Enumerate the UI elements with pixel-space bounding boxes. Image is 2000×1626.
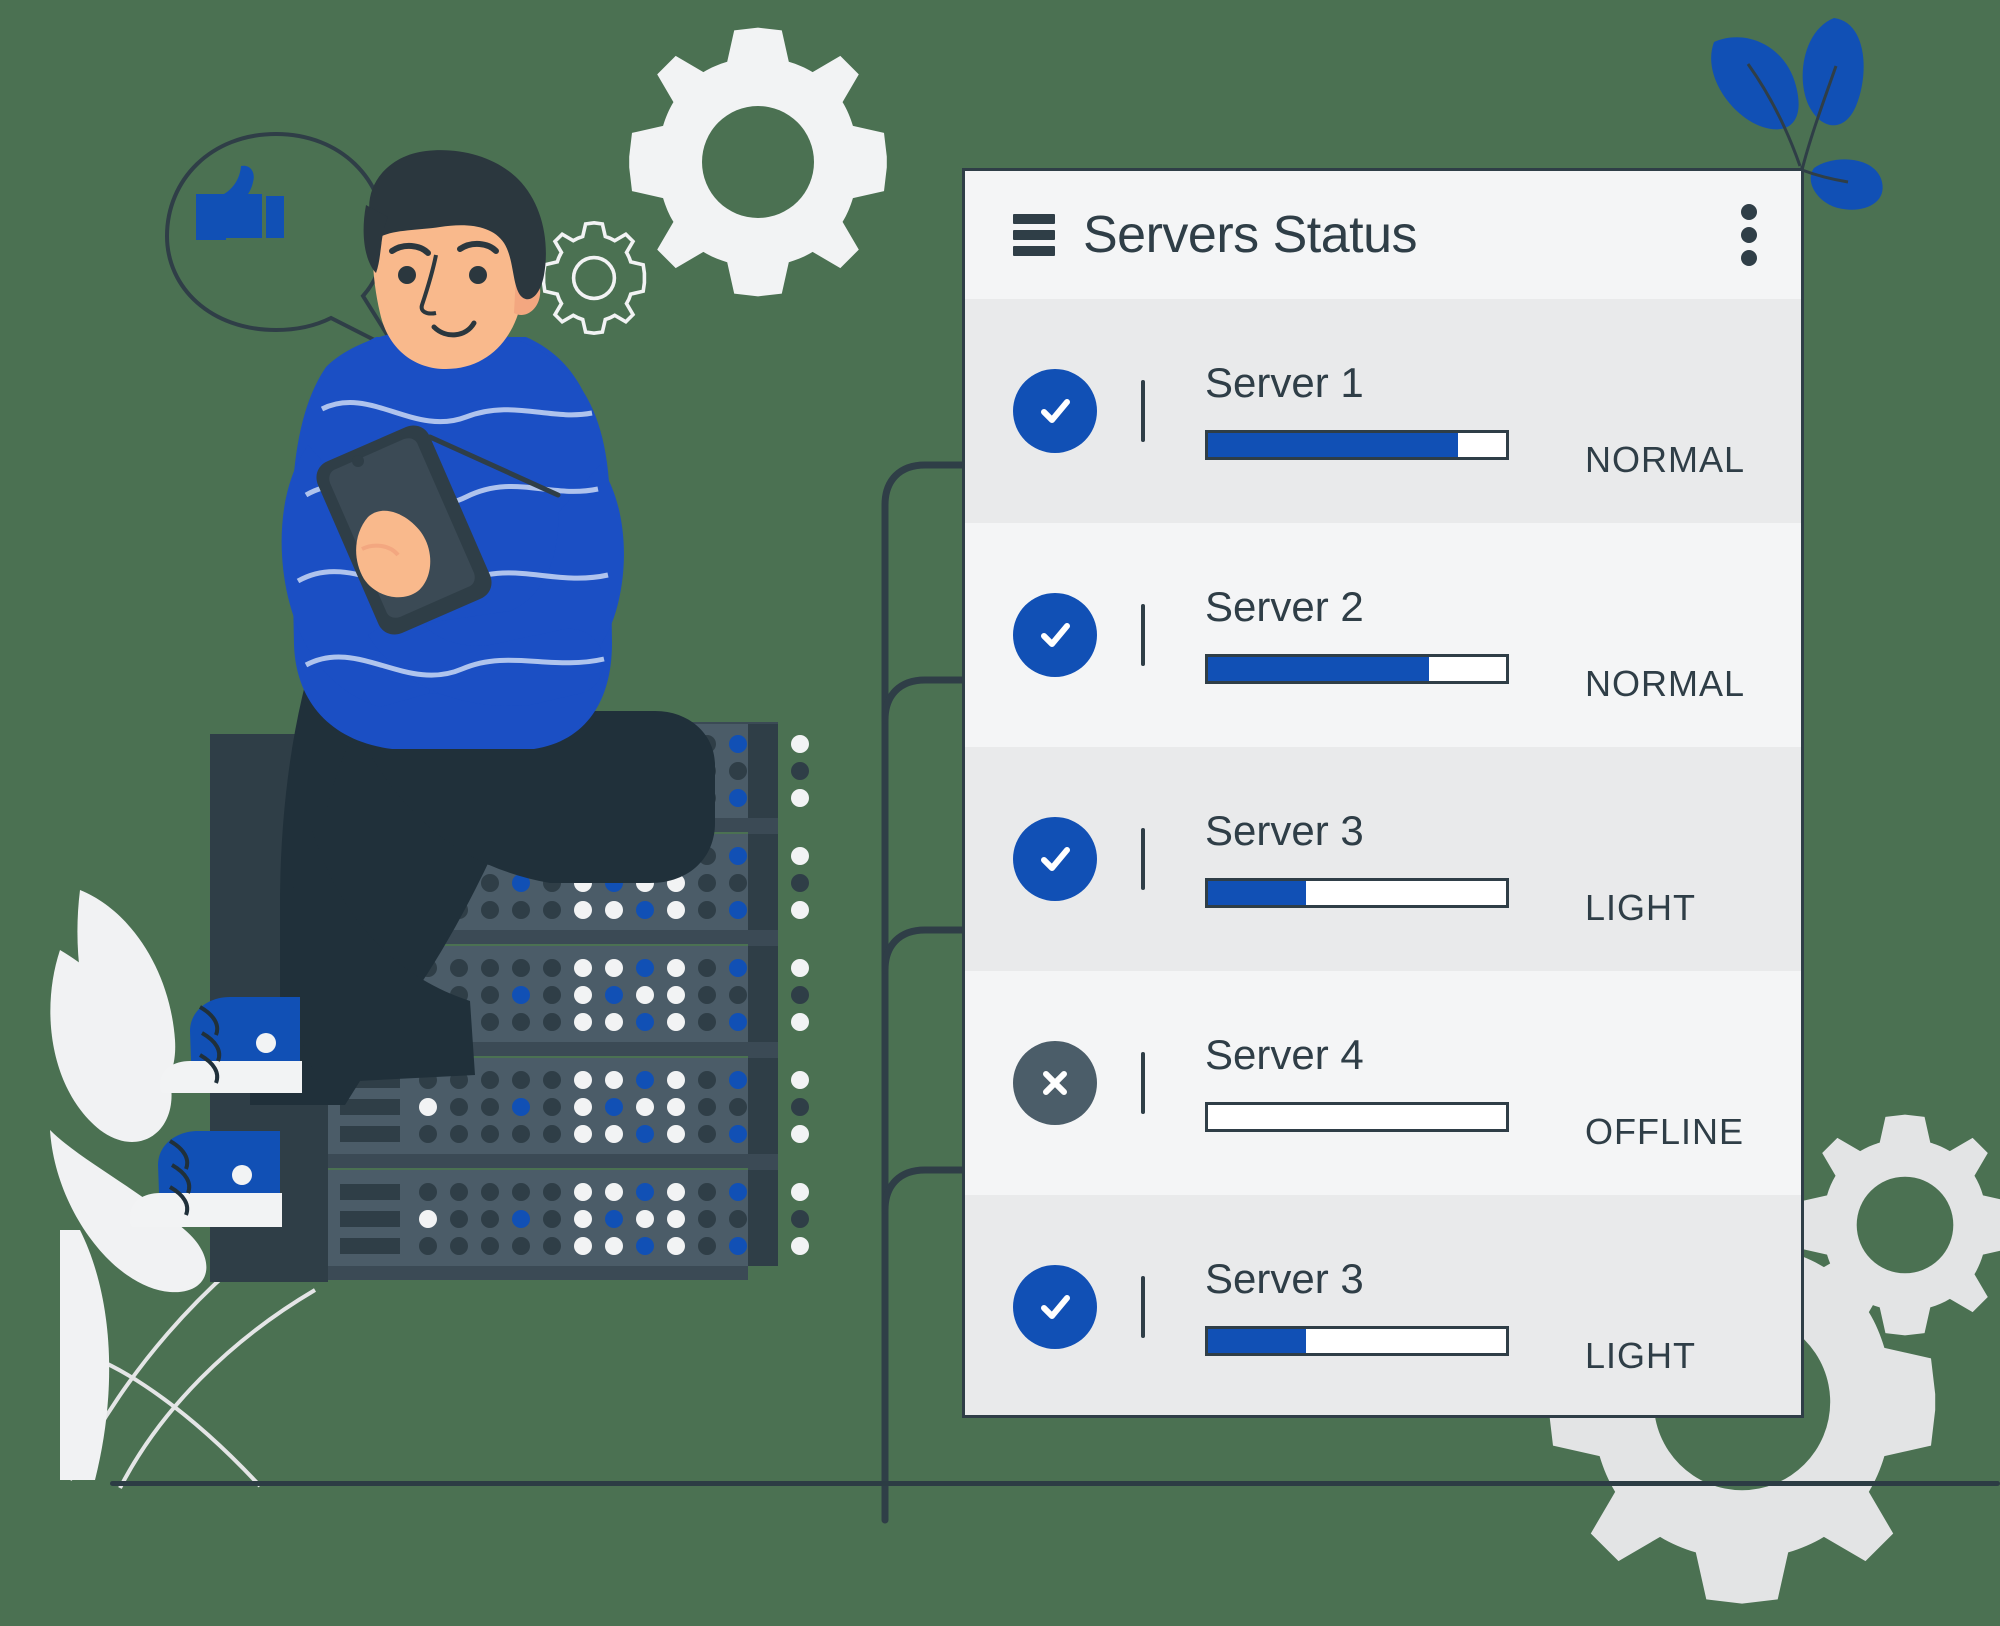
- status-label: LIGHT: [1585, 1335, 1697, 1376]
- ground-line: [110, 1481, 2000, 1486]
- server-info: Server 3: [1205, 1258, 1525, 1356]
- load-progress-bar[interactable]: [1205, 1102, 1509, 1132]
- server-name: Server 4: [1205, 1031, 1364, 1078]
- server-name: Server 3: [1205, 807, 1364, 854]
- status-label: NORMAL: [1585, 663, 1746, 704]
- server-list: Server 1 NORMAL Server 2 NORMAL Server 3 LIGH…: [965, 299, 1801, 1415]
- servers-status-panel: Servers Status Server 1 NORMAL Server 2 NOR…: [962, 168, 1804, 1418]
- load-progress-bar[interactable]: [1205, 1326, 1509, 1356]
- row-divider: [1141, 1052, 1145, 1114]
- server-info: Server 4: [1205, 1034, 1525, 1132]
- status-label: NORMAL: [1585, 439, 1746, 480]
- server-row[interactable]: Server 1 NORMAL: [965, 299, 1801, 523]
- status-label: OFFLINE: [1585, 1111, 1745, 1152]
- shoe-lower: [130, 1131, 282, 1227]
- server-name: Server 1: [1205, 359, 1364, 406]
- load-progress-bar[interactable]: [1205, 654, 1509, 684]
- row-divider: [1141, 604, 1145, 666]
- server-info: Server 1: [1205, 362, 1525, 460]
- panel-header: Servers Status: [965, 171, 1801, 299]
- page-title: Servers Status: [1083, 206, 1418, 264]
- server-row[interactable]: Server 2 NORMAL: [965, 523, 1801, 747]
- server-name: Server 3: [1205, 1255, 1364, 1302]
- check-icon: [1013, 593, 1097, 677]
- kebab-menu-icon[interactable]: [1741, 204, 1757, 266]
- load-progress-bar[interactable]: [1205, 878, 1509, 908]
- row-divider: [1141, 1276, 1145, 1338]
- check-icon: [1013, 369, 1097, 453]
- server-row[interactable]: Server 4 OFFLINE: [965, 971, 1801, 1195]
- load-progress-bar[interactable]: [1205, 430, 1509, 460]
- close-icon: [1013, 1041, 1097, 1125]
- hamburger-icon[interactable]: [1013, 214, 1055, 256]
- row-divider: [1141, 380, 1145, 442]
- server-row[interactable]: Server 3 LIGHT: [965, 747, 1801, 971]
- status-label: LIGHT: [1585, 887, 1697, 928]
- server-info: Server 2: [1205, 586, 1525, 684]
- character-illustration: [130, 150, 715, 1227]
- shoe-upper: [160, 997, 302, 1093]
- check-icon: [1013, 817, 1097, 901]
- illustration-stage: Servers Status Server 1 NORMAL Server 2 NOR…: [0, 0, 2000, 1626]
- row-divider: [1141, 828, 1145, 890]
- server-row[interactable]: Server 3 LIGHT: [965, 1195, 1801, 1415]
- server-info: Server 3: [1205, 810, 1525, 908]
- gear-bottom-small-icon: [1799, 1114, 2000, 1336]
- check-icon: [1013, 1265, 1097, 1349]
- server-name: Server 2: [1205, 583, 1364, 630]
